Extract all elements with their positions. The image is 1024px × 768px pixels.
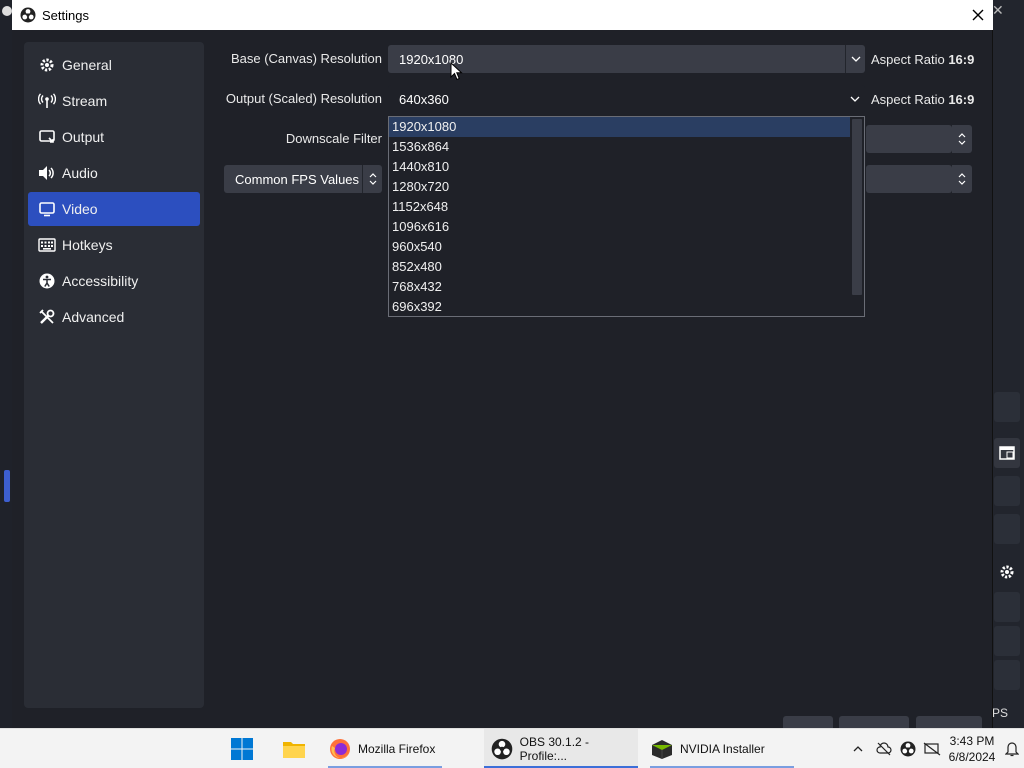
aspect-ratio-label: Aspect Ratio bbox=[871, 92, 945, 107]
dropdown-option[interactable]: 1536x864 bbox=[389, 137, 850, 157]
tray-obs-icon[interactable] bbox=[898, 739, 918, 759]
sidebar-item-label: Audio bbox=[62, 165, 98, 181]
obs-panel-control[interactable] bbox=[994, 592, 1020, 622]
dropdown-option[interactable]: 960x540 bbox=[389, 237, 850, 257]
taskbar-app-nvidia[interactable]: NVIDIA Installer bbox=[650, 729, 794, 768]
sidebar-item-hotkeys[interactable]: Hotkeys bbox=[28, 228, 200, 262]
chevron-down-icon[interactable] bbox=[845, 85, 865, 113]
sidebar-item-label: General bbox=[62, 57, 112, 73]
output-resolution-value: 640x360 bbox=[399, 91, 449, 107]
taskbar-clock[interactable]: 3:43 PM 6/8/2024 bbox=[946, 733, 998, 765]
tray-network-icon[interactable] bbox=[922, 739, 942, 759]
file-explorer-icon[interactable] bbox=[282, 737, 306, 761]
fps-value-combo[interactable] bbox=[866, 165, 952, 193]
clock-date: 6/8/2024 bbox=[948, 750, 996, 764]
sidebar-item-label: Advanced bbox=[62, 309, 125, 325]
taskbar-app-obs[interactable]: OBS 30.1.2 - Profile:... bbox=[484, 729, 638, 768]
fps-type-value: Common FPS Values bbox=[235, 171, 360, 187]
dropdown-option[interactable]: 1096x616 bbox=[389, 217, 850, 237]
gear-icon bbox=[38, 56, 56, 74]
aspect-ratio-value: 16:9 bbox=[948, 92, 975, 107]
chevron-down-icon[interactable] bbox=[845, 45, 865, 73]
monitor-icon bbox=[38, 200, 56, 218]
output-resolution-label: Output (Scaled) Resolution bbox=[225, 91, 382, 106]
obs-panel-control[interactable] bbox=[994, 476, 1020, 506]
window-title: Settings bbox=[42, 8, 89, 23]
fps-type-combo[interactable]: Common FPS Values bbox=[224, 165, 382, 193]
sidebar-item-label: Video bbox=[62, 201, 98, 217]
downscale-filter-label: Downscale Filter bbox=[285, 131, 382, 146]
sidebar-item-label: Accessibility bbox=[62, 273, 139, 289]
resolution-dropdown-list[interactable]: 1920x1080 1536x864 1440x810 1280x720 115… bbox=[388, 116, 865, 317]
sidebar-item-audio[interactable]: Audio bbox=[28, 156, 200, 190]
obs-left-strip bbox=[0, 0, 12, 728]
windows-taskbar: Mozilla Firefox OBS 30.1.2 - Profile:...… bbox=[0, 728, 1024, 768]
sidebar-item-label: Stream bbox=[62, 93, 108, 109]
output-aspect-ratio: Aspect Ratio 16:9 bbox=[871, 92, 974, 107]
dropdown-scrollbar[interactable] bbox=[852, 119, 862, 295]
clock-time: 3:43 PM bbox=[949, 734, 995, 748]
obs-panel-control[interactable] bbox=[994, 392, 1020, 422]
updown-icon[interactable] bbox=[952, 125, 972, 153]
obs-panel-control[interactable] bbox=[994, 626, 1020, 656]
dropdown-option[interactable]: 1152x648 bbox=[389, 197, 850, 217]
sidebar-item-accessibility[interactable]: Accessibility bbox=[28, 264, 200, 298]
sidebar-item-advanced[interactable]: Advanced bbox=[28, 300, 200, 334]
dropdown-option[interactable]: 1280x720 bbox=[389, 177, 850, 197]
settings-sidebar: General Stream Output Audio Video Hotkey… bbox=[24, 42, 204, 708]
base-aspect-ratio: Aspect Ratio 16:9 bbox=[871, 52, 974, 67]
obs-gear-icon[interactable] bbox=[994, 558, 1020, 586]
dropdown-option[interactable]: 696x392 bbox=[389, 297, 850, 317]
sidebar-item-label: Output bbox=[62, 129, 105, 145]
taskbar-app-label: OBS 30.1.2 - Profile:... bbox=[519, 735, 590, 763]
dropdown-option[interactable]: 1440x810 bbox=[389, 157, 850, 177]
close-icon[interactable] bbox=[972, 9, 984, 21]
base-resolution-label: Base (Canvas) Resolution bbox=[230, 51, 382, 66]
keyboard-icon bbox=[38, 236, 56, 254]
obs-logo-icon bbox=[20, 7, 36, 23]
tray-cloud-icon[interactable] bbox=[874, 739, 894, 759]
obs-close-icon[interactable]: ✕ bbox=[992, 2, 1004, 19]
tray-chevron-up-icon[interactable] bbox=[850, 739, 866, 759]
sidebar-item-stream[interactable]: Stream bbox=[28, 84, 200, 118]
downscale-filter-combo[interactable] bbox=[866, 125, 952, 153]
sidebar-item-output[interactable]: Output bbox=[28, 120, 200, 154]
speaker-icon bbox=[38, 164, 56, 182]
obs-panel-control[interactable] bbox=[994, 660, 1020, 690]
aspect-ratio-label: Aspect Ratio bbox=[871, 52, 945, 67]
obs-small-icon bbox=[2, 6, 12, 16]
aspect-ratio-value: 16:9 bbox=[948, 52, 975, 67]
dropdown-option[interactable]: 852x480 bbox=[389, 257, 850, 277]
accessibility-icon bbox=[38, 272, 56, 290]
updown-icon[interactable] bbox=[952, 165, 972, 193]
dropdown-option[interactable]: 1920x1080 bbox=[389, 117, 850, 137]
taskbar-app-label: NVIDIA Installer bbox=[680, 742, 765, 756]
nvidia-icon bbox=[650, 737, 674, 761]
title-bar: Settings bbox=[12, 0, 993, 30]
updown-icon[interactable] bbox=[362, 165, 382, 193]
mouse-cursor-icon bbox=[450, 62, 463, 81]
obs-panel-control[interactable] bbox=[994, 514, 1020, 544]
sidebar-item-general[interactable]: General bbox=[28, 48, 200, 82]
notification-bell-icon[interactable] bbox=[1002, 739, 1022, 759]
obs-icon bbox=[490, 737, 514, 761]
output-icon bbox=[38, 128, 56, 146]
taskbar-app-firefox[interactable]: Mozilla Firefox bbox=[328, 729, 442, 768]
sidebar-item-video[interactable]: Video bbox=[28, 192, 200, 226]
output-resolution-combo[interactable]: 640x360 bbox=[388, 85, 865, 113]
sidebar-item-label: Hotkeys bbox=[62, 237, 113, 253]
obs-dock-icon[interactable] bbox=[994, 438, 1020, 468]
broadcast-icon bbox=[38, 92, 56, 110]
obs-fps-status: PS bbox=[992, 706, 1009, 720]
close-button[interactable] bbox=[963, 0, 993, 30]
tools-icon bbox=[38, 308, 56, 326]
windows-start-icon[interactable] bbox=[230, 737, 254, 761]
firefox-icon bbox=[328, 737, 352, 761]
dropdown-option[interactable]: 768x432 bbox=[389, 277, 850, 297]
obs-selected-marker bbox=[4, 470, 10, 502]
taskbar-app-label: Mozilla Firefox bbox=[358, 742, 436, 756]
